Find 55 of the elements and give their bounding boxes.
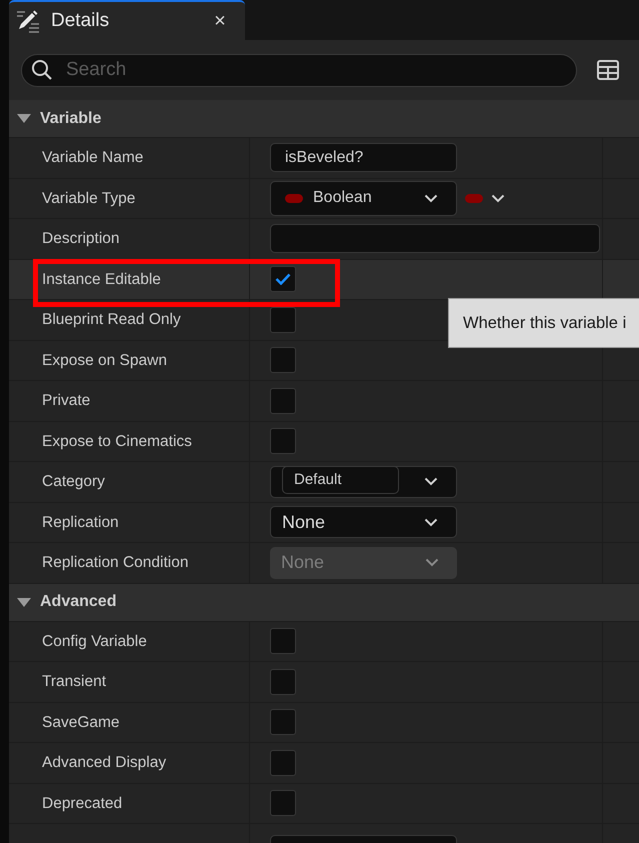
checkbox[interactable] bbox=[270, 668, 296, 695]
container-type-button[interactable] bbox=[465, 194, 505, 203]
chevron-down-icon bbox=[425, 558, 439, 568]
checkbox[interactable] bbox=[270, 266, 296, 292]
expand-arrow-icon bbox=[17, 114, 31, 123]
section-header[interactable]: Advanced bbox=[9, 584, 639, 622]
type-dropdown[interactable]: Boolean bbox=[270, 180, 457, 216]
section-title: Variable bbox=[40, 108, 102, 128]
checkbox[interactable] bbox=[270, 347, 296, 374]
property-label: Replication Condition bbox=[42, 553, 188, 574]
checkbox[interactable] bbox=[270, 428, 296, 454]
checkmark-icon bbox=[275, 273, 291, 286]
close-button[interactable]: × bbox=[209, 6, 231, 36]
details-tab[interactable]: Details × bbox=[9, 0, 245, 40]
expand-arrow-icon bbox=[17, 598, 31, 606]
checkbox[interactable] bbox=[270, 306, 296, 333]
pin-icon bbox=[465, 194, 483, 203]
table-icon[interactable] bbox=[597, 60, 619, 80]
property-label: Config Variable bbox=[42, 632, 147, 652]
property-label: Variable Type bbox=[42, 188, 136, 209]
checkbox[interactable] bbox=[270, 388, 296, 414]
property-label: Deprecated bbox=[42, 794, 122, 814]
property-label: Transient bbox=[42, 672, 106, 692]
property-label: Blueprint Read Only bbox=[42, 310, 181, 330]
pencil-list-icon bbox=[15, 9, 41, 33]
dropdown[interactable]: None bbox=[270, 506, 457, 538]
category-field[interactable]: Default bbox=[282, 466, 399, 494]
property-label: Expose to Cinematics bbox=[42, 432, 192, 452]
checkbox[interactable] bbox=[270, 790, 296, 816]
type-label: Boolean bbox=[313, 188, 373, 208]
property-label: Private bbox=[42, 391, 90, 412]
text-field[interactable] bbox=[270, 224, 600, 254]
property-label: Replication bbox=[42, 512, 119, 533]
chevron-down-icon bbox=[424, 194, 438, 203]
property-label: Advanced Display bbox=[42, 753, 166, 774]
section-header[interactable]: Variable bbox=[9, 100, 639, 138]
search-field[interactable]: Search bbox=[21, 54, 577, 86]
tab-title: Details bbox=[51, 8, 110, 33]
property-label: Category bbox=[42, 472, 105, 492]
checkbox[interactable] bbox=[270, 750, 296, 776]
property-label: Instance Editable bbox=[42, 270, 161, 290]
search-icon bbox=[31, 58, 53, 80]
property-label: Variable Name bbox=[42, 148, 144, 168]
chevron-down-icon bbox=[491, 194, 505, 203]
checkbox[interactable] bbox=[270, 628, 296, 654]
text-field[interactable]: isBeveled? bbox=[270, 143, 457, 172]
section-title: Advanced bbox=[40, 592, 116, 612]
checkbox[interactable] bbox=[270, 709, 296, 736]
property-label: SaveGame bbox=[42, 712, 120, 733]
property-label: Description bbox=[42, 229, 120, 250]
tooltip: Whether this variable i bbox=[448, 298, 639, 348]
property-label: Expose on Spawn bbox=[42, 350, 167, 371]
chevron-down-icon bbox=[424, 477, 438, 486]
chevron-down-icon bbox=[424, 518, 438, 527]
category-combo-box[interactable]: Default bbox=[270, 466, 457, 498]
